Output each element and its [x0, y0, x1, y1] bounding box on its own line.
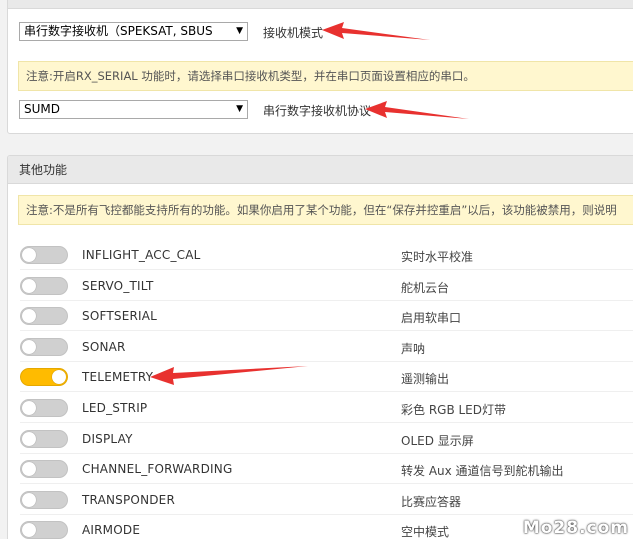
receiver-protocol-label: 串行数字接收机协议 [263, 104, 372, 118]
features-panel: 其他功能 注意:不是所有飞控都能支持所有的功能。如果你启用了某个功能，但在“保存… [7, 155, 633, 539]
feature-name: DISPLAY [82, 431, 133, 446]
feature-toggle-inflight-acc-cal[interactable] [20, 246, 68, 264]
feature-name: SONAR [82, 339, 126, 354]
feature-toggle-telemetry[interactable] [20, 368, 68, 387]
receiver-mode-label: 接收机模式 [263, 26, 324, 40]
feature-name: SOFTSERIAL [82, 309, 158, 324]
features-note: 注意:不是所有飞控都能支持所有的功能。如果你启用了某个功能，但在“保存并控重启”… [18, 195, 633, 225]
feature-description: 舵机云台 [401, 280, 450, 295]
feature-name: CHANNEL_FORWARDING [82, 462, 233, 477]
receiver-protocol-value: SUMD [24, 102, 60, 116]
toggle-knob [22, 492, 36, 507]
receiver-panel-header: 接收机 [8, 0, 633, 9]
toggle-knob [22, 401, 36, 415]
feature-toggle-softserial[interactable] [20, 307, 68, 326]
feature-toggle-channel-forwarding[interactable] [20, 460, 68, 479]
feature-description: OLED 显示屏 [401, 433, 474, 448]
feature-row: LED_STRIP 彩色 RGB LED灯带 [8, 393, 633, 423]
feature-name: LED_STRIP [82, 401, 148, 415]
feature-name: INFLIGHT_ACC_CAL [82, 248, 201, 262]
receiver-panel: 接收机 串行数字接收机（SPEKSAT, SBUS ▼ 接收机模式 注意:开启R… [7, 0, 633, 134]
feature-toggle-servo-tilt[interactable] [20, 276, 68, 295]
feature-description: 比赛应答器 [401, 494, 462, 509]
feature-name: AIRMODE [82, 523, 141, 538]
chevron-down-icon: ▼ [236, 104, 243, 114]
feature-toggle-sonar[interactable] [20, 337, 68, 356]
feature-row: CHANNEL_FORWARDING 转发 Aux 通道信号到舵机输出 [8, 454, 633, 485]
toggle-knob [22, 278, 36, 293]
feature-description: 遥测输出 [401, 372, 450, 387]
feature-name: TRANSPONDER [82, 492, 176, 507]
feature-description: 空中模式 [401, 525, 450, 539]
toggle-knob [22, 248, 36, 262]
feature-name: TELEMETRY [82, 370, 154, 385]
feature-row: DISPLAY OLED 显示屏 [8, 424, 633, 454]
toggle-knob [22, 523, 36, 538]
toggle-knob [22, 431, 36, 446]
feature-row: SONAR 声呐 [8, 332, 633, 362]
feature-description: 实时水平校准 [401, 250, 474, 264]
toggle-knob [22, 309, 36, 324]
watermark: Mo28.com [522, 518, 629, 538]
feature-description: 启用软串口 [401, 311, 462, 326]
feature-toggle-led-strip[interactable] [20, 399, 68, 417]
feature-row: TRANSPONDER 比赛应答器 [8, 485, 633, 515]
feature-description: 声呐 [401, 341, 426, 356]
feature-toggle-display[interactable] [20, 429, 68, 448]
feature-row: SERVO_TILT 舵机云台 [8, 271, 633, 301]
receiver-protocol-select[interactable]: SUMD ▼ [19, 100, 248, 119]
feature-toggle-airmode[interactable] [20, 521, 68, 539]
chevron-down-icon: ▼ [236, 26, 243, 36]
toggle-knob [22, 462, 36, 477]
receiver-mode-select[interactable]: 串行数字接收机（SPEKSAT, SBUS ▼ [19, 22, 248, 41]
feature-row: SOFTSERIAL 启用软串口 [8, 301, 633, 332]
receiver-mode-value: 串行数字接收机（SPEKSAT, SBUS [24, 24, 213, 38]
feature-row: TELEMETRY 遥测输出 [8, 362, 633, 393]
features-panel-header: 其他功能 [8, 156, 633, 184]
feature-row: INFLIGHT_ACC_CAL 实时水平校准 [8, 240, 633, 270]
toggle-knob [52, 370, 66, 385]
toggle-knob [22, 339, 36, 354]
feature-description: 彩色 RGB LED灯带 [401, 403, 507, 417]
feature-name: SERVO_TILT [82, 278, 154, 293]
feature-description: 转发 Aux 通道信号到舵机输出 [401, 464, 564, 479]
receiver-note: 注意:开启RX_SERIAL 功能时，请选择串口接收机类型，并在串口页面设置相应… [18, 61, 633, 91]
feature-toggle-transponder[interactable] [20, 490, 68, 509]
